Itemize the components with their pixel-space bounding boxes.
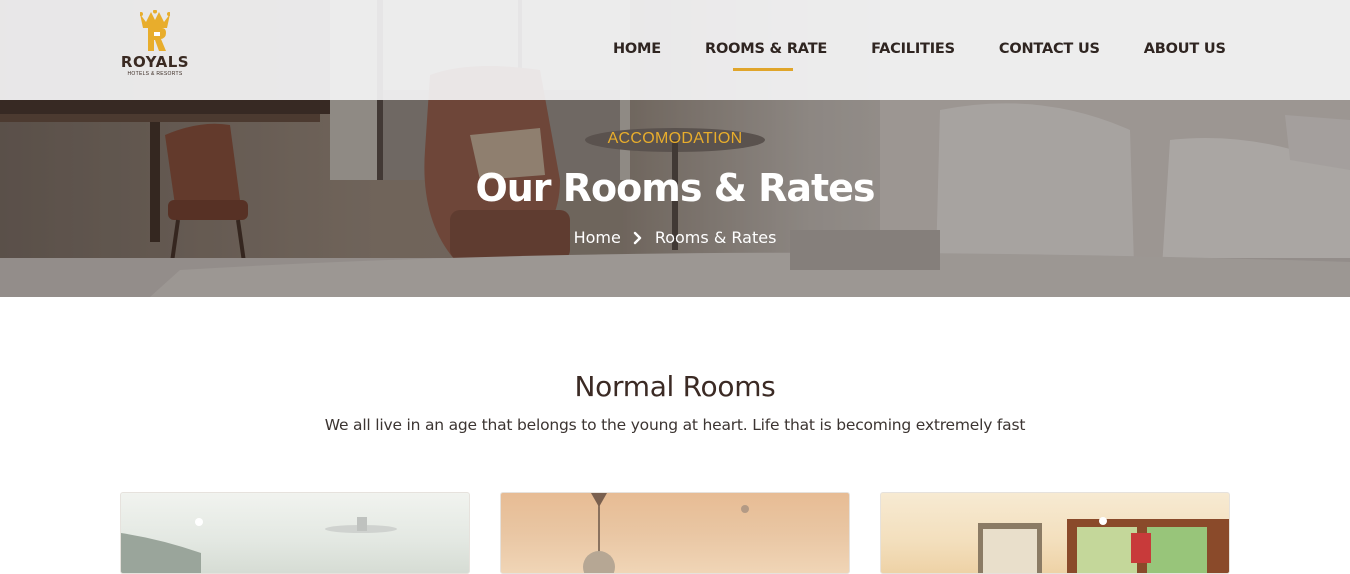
room-card-image xyxy=(583,493,749,573)
brand-logo[interactable]: ROYALS HOTELS & RESORTS xyxy=(118,10,192,82)
nav-item-contact-us[interactable]: CONTACT US xyxy=(999,38,1100,62)
hero-eyebrow: ACCOMODATION xyxy=(607,130,743,147)
breadcrumb-current: Rooms & Rates xyxy=(654,228,777,247)
brand-tagline: HOTELS & RESORTS xyxy=(127,71,183,77)
breadcrumb-home-link[interactable]: Home xyxy=(574,228,621,247)
section-subtitle: We all live in an age that belongs to th… xyxy=(324,416,1026,434)
nav-item-home[interactable]: HOME xyxy=(613,38,661,62)
nav-item-about-us[interactable]: ABOUT US xyxy=(1144,38,1226,62)
nav-item-rooms-rate[interactable]: ROOMS & RATE xyxy=(705,38,827,71)
room-card[interactable] xyxy=(120,492,470,574)
breadcrumb: Home Rooms & Rates xyxy=(0,228,1350,247)
room-card-image xyxy=(978,517,1229,573)
room-card[interactable] xyxy=(880,492,1230,574)
site-header: ROYALS HOTELS & RESORTS HOME ROOMS & RAT… xyxy=(0,0,1350,100)
room-card[interactable] xyxy=(500,492,850,574)
chevron-right-icon xyxy=(633,231,642,244)
main-nav: HOME ROOMS & RATE FACILITIES CONTACT US … xyxy=(613,38,1226,71)
brand-name: ROYALS xyxy=(120,53,190,71)
room-card-image xyxy=(121,517,397,573)
section-title: Normal Rooms xyxy=(574,370,776,403)
nav-item-facilities[interactable]: FACILITIES xyxy=(871,38,955,62)
page-title: Our Rooms & Rates xyxy=(475,166,875,210)
crown-icon xyxy=(140,10,170,51)
